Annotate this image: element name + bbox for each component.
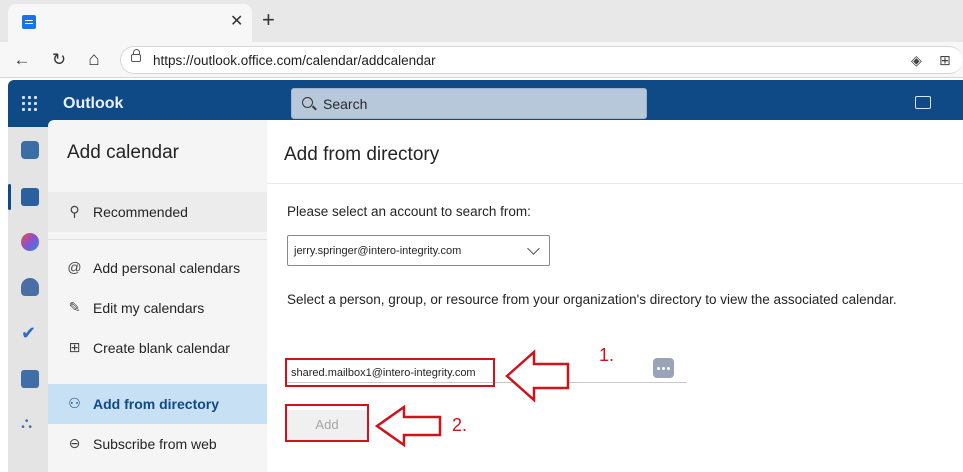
app-rail: ✔ ⛬ bbox=[8, 127, 48, 472]
calendar-add-icon: ⊞ bbox=[68, 339, 81, 355]
nav-item-recommended[interactable]: ⚲ Recommended bbox=[48, 192, 267, 232]
todo-icon[interactable]: ✔ bbox=[21, 324, 39, 342]
add-calendar-nav: Add calendar ⚲ Recommended @ Add persona… bbox=[48, 120, 267, 472]
url-text: https://outlook.office.com/calendar/addc… bbox=[153, 53, 436, 68]
chevron-down-icon bbox=[527, 242, 540, 255]
browser-toolbar: ← ↻ ⌂ https://outlook.office.com/calenda… bbox=[0, 42, 963, 78]
browser-tabstrip: ✕ + bbox=[0, 0, 963, 42]
nav-item-label: Create blank calendar bbox=[93, 340, 230, 356]
tab-close-icon[interactable]: ✕ bbox=[230, 13, 243, 31]
panel-title: Add from directory bbox=[284, 144, 440, 165]
calendar-icon[interactable] bbox=[21, 188, 39, 206]
nav-divider bbox=[48, 239, 267, 240]
annotation-step-2: 2. bbox=[452, 415, 468, 435]
split-screen-icon[interactable]: ⊞ bbox=[939, 52, 951, 69]
browser-tab[interactable]: ✕ bbox=[8, 4, 252, 42]
globe-icon: ⊖ bbox=[68, 435, 81, 451]
dialog-nav-title: Add calendar bbox=[67, 142, 179, 163]
files-icon[interactable] bbox=[21, 370, 39, 388]
back-icon[interactable]: ← bbox=[10, 48, 34, 72]
lock-icon bbox=[131, 49, 141, 62]
nav-item-label: Edit my calendars bbox=[93, 300, 205, 316]
search-icon bbox=[302, 97, 313, 108]
nav-item-label: Add personal calendars bbox=[93, 260, 241, 276]
chat-icon[interactable] bbox=[915, 96, 931, 109]
nav-item-subscribe-from-web[interactable]: ⊖ Subscribe from web bbox=[48, 424, 267, 464]
nav-item-add-from-directory[interactable]: ⚇ Add from directory bbox=[48, 384, 267, 424]
panel-divider bbox=[267, 183, 963, 184]
new-tab-icon[interactable]: + bbox=[262, 9, 275, 31]
org-chart-icon[interactable]: ⛬ bbox=[21, 415, 39, 433]
mail-icon[interactable] bbox=[21, 141, 39, 159]
nav-item-create-blank-calendar[interactable]: ⊞ Create blank calendar bbox=[48, 328, 267, 368]
more-options-icon[interactable] bbox=[653, 358, 674, 378]
outlook-favicon-icon bbox=[22, 15, 36, 29]
app-title: Outlook bbox=[63, 95, 124, 112]
lightbulb-icon: ⚲ bbox=[69, 203, 80, 219]
app-launcher-icon[interactable] bbox=[22, 96, 38, 112]
screen: ✕ + ← ↻ ⌂ https://outlook.office.com/cal… bbox=[0, 0, 963, 472]
at-icon: @ bbox=[67, 259, 82, 275]
reader-mode-icon[interactable]: ◈ bbox=[911, 52, 922, 69]
search-placeholder: Search bbox=[323, 96, 368, 112]
account-prompt: Please select an account to search from: bbox=[287, 204, 531, 219]
refresh-icon[interactable]: ↻ bbox=[47, 48, 71, 72]
account-value: jerry.springer@intero-integrity.com bbox=[294, 245, 462, 257]
annotation-step-1: 1. bbox=[599, 345, 615, 365]
nav-item-label: Add from directory bbox=[93, 396, 220, 412]
directory-prompt: Select a person, group, or resource from… bbox=[287, 292, 897, 307]
copilot-icon[interactable] bbox=[21, 233, 39, 251]
nav-item-add-personal-calendars[interactable]: @ Add personal calendars bbox=[48, 248, 267, 288]
account-dropdown[interactable]: jerry.springer@intero-integrity.com bbox=[287, 235, 550, 266]
nav-item-label: Subscribe from web bbox=[93, 436, 217, 452]
annotation-box-input bbox=[285, 358, 495, 387]
nav-item-edit-my-calendars[interactable]: ✎ Edit my calendars bbox=[48, 288, 267, 328]
home-icon[interactable]: ⌂ bbox=[82, 48, 106, 72]
edit-icon: ✎ bbox=[68, 299, 81, 315]
address-bar[interactable]: https://outlook.office.com/calendar/addc… bbox=[120, 46, 963, 74]
annotation-arrow-1-icon bbox=[505, 349, 570, 403]
people-icon[interactable] bbox=[21, 278, 39, 296]
annotation-arrow-2-icon bbox=[374, 404, 442, 448]
people-search-icon: ⚇ bbox=[68, 395, 81, 411]
rail-active-indicator bbox=[8, 184, 11, 210]
search-input[interactable]: Search bbox=[291, 88, 647, 119]
nav-item-label: Recommended bbox=[93, 204, 188, 220]
annotation-box-add bbox=[285, 404, 369, 442]
